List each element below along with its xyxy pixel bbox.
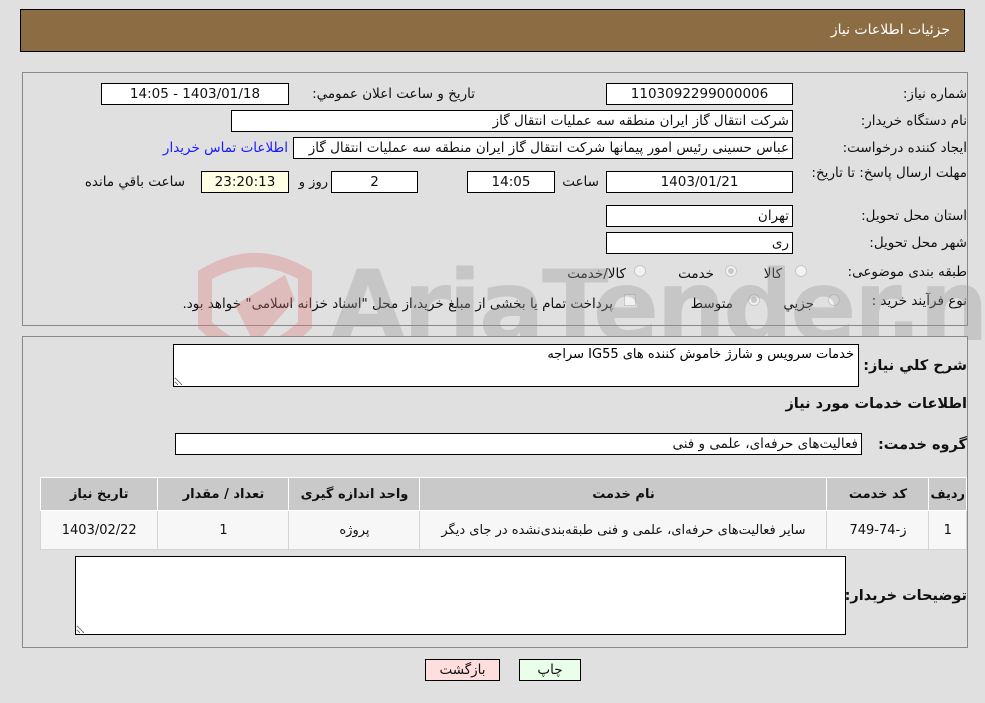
buyer-notes-label: توضیحات خریدار: [844,588,967,604]
requester-label: ايجاد کننده درخواست: [842,140,967,156]
need-number-field: 1103092299000006 [606,83,793,105]
general-desc-label: شرح کلي نياز: [863,358,967,374]
province-label: استان محل تحویل: [861,208,967,224]
deadline-time-field: 14:05 [467,171,555,193]
general-desc-textarea[interactable]: خدمات سرویس و شارژ خاموش کننده های IG55 … [173,344,859,387]
remaining-time-field: 23:20:13 [201,171,289,193]
table-header-row: رديف کد خدمت نام خدمت واحد اندازه گیری ت… [39,477,967,511]
page-title: جزئیات اطلاعات نیاز [830,22,950,38]
service-group-label: گروه خدمت: [877,437,967,453]
service-group-field: فعالیت‌های حرفه‌ای، علمی و فنی [175,433,862,455]
print-button[interactable]: چاپ [519,659,581,681]
announce-date-label: تاریخ و ساعت اعلان عمومي: [312,86,475,102]
cell-service-name: سایر فعالیت‌های حرفه‌ای، علمی و فنی طبقه… [419,510,828,550]
city-label: شهر محل تحویل: [869,235,967,251]
buyer-contact-link[interactable]: اطلاعات تماس خریدار [163,140,288,156]
buyer-notes-textarea[interactable] [75,556,846,635]
services-table: رديف کد خدمت نام خدمت واحد اندازه گیری ت… [39,477,967,550]
col-service-name: نام خدمت [419,477,828,511]
col-unit: واحد اندازه گیری [288,477,421,511]
page-header: جزئیات اطلاعات نیاز [20,9,965,52]
services-heading: اطلاعات خدمات مورد نیاز [785,396,967,412]
cell-unit: پروژه [288,510,421,550]
col-row-number: رديف [928,477,967,511]
days-remaining-field: 2 [331,171,418,193]
cell-service-code: ز-74-749 [826,510,930,550]
back-button[interactable]: بازگشت [425,659,500,681]
table-row: 1 ز-74-749 سایر فعالیت‌های حرفه‌ای، علمی… [39,510,967,550]
buyer-org-label: نام دستگاه خريدار: [860,113,967,129]
announce-date-field: 1403/01/18 - 14:05 [101,83,289,105]
deadline-time-label: ساعت [562,174,599,190]
remaining-time-label: ساعت باقي مانده [84,174,185,190]
need-number-label: شماره نیاز: [902,86,967,102]
deadline-label: مهلت ارسال پاسخ: تا تاریخ: [811,165,967,181]
cell-row-number: 1 [928,510,967,550]
province-field: تهران [606,205,793,227]
days-label: روز و [298,175,328,190]
cell-need-date: 1403/02/22 [39,510,159,550]
buyer-org-field: شرکت انتقال گاز ایران منطقه سه عملیات ان… [231,110,793,132]
cell-quantity: 1 [157,510,290,550]
requester-field: عباس حسینی رئیس امور پیمانها شرکت انتقال… [293,137,793,159]
col-need-date: تاریخ نیاز [39,477,159,511]
deadline-date-field: 1403/01/21 [606,171,793,193]
col-service-code: کد خدمت [826,477,930,511]
col-quantity: تعداد / مقدار [157,477,290,511]
